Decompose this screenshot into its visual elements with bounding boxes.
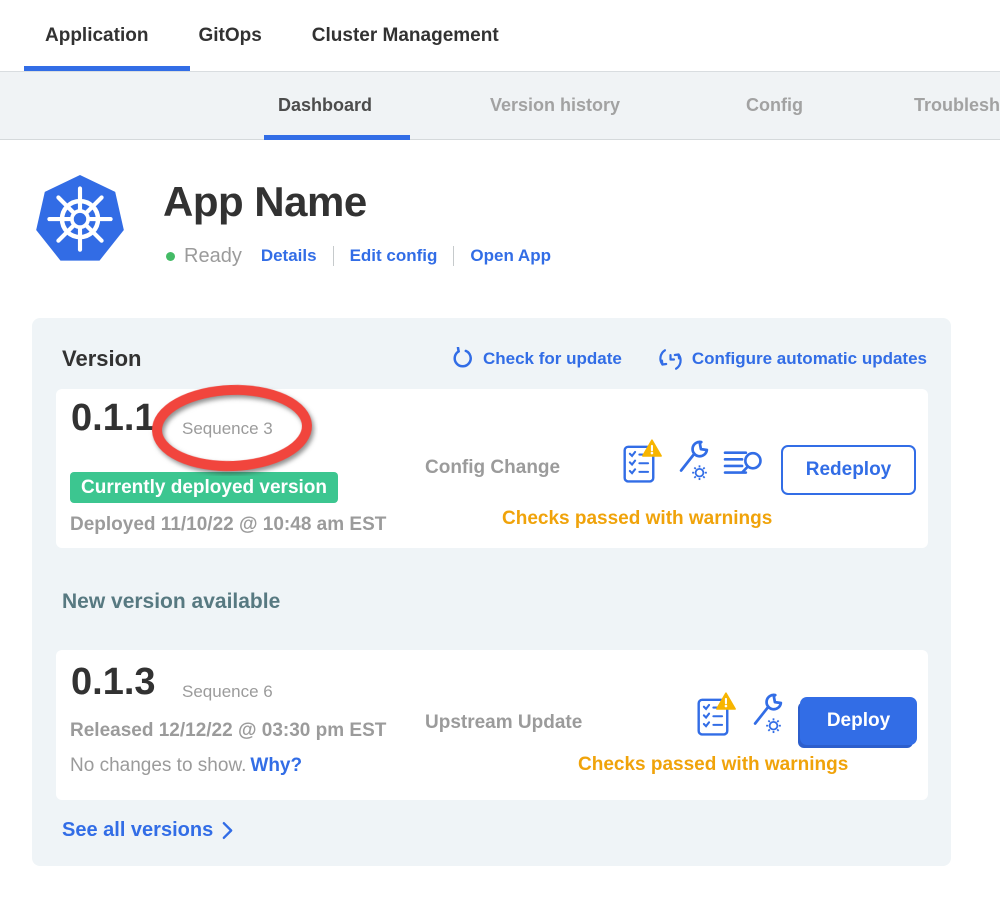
no-changes-label: No changes to show. <box>70 755 246 776</box>
schedule-refresh-icon <box>658 347 683 372</box>
current-version-row: 0.1.1 Sequence 3 Currently deployed vers… <box>56 389 928 548</box>
why-link[interactable]: Why? <box>250 755 302 777</box>
version-card: Version Check for update <box>32 318 951 866</box>
available-version-icons <box>696 692 784 737</box>
wrench-gear-icon[interactable] <box>749 692 784 734</box>
version-source-label: Upstream Update <box>425 712 582 734</box>
available-version-number: 0.1.3 <box>71 661 156 704</box>
new-version-heading: New version available <box>62 590 280 614</box>
version-card-title: Version <box>62 346 141 372</box>
version-source-label: Config Change <box>425 457 560 479</box>
check-for-update-link[interactable]: Check for update <box>450 347 622 371</box>
configure-automatic-updates-link[interactable]: Configure automatic updates <box>658 347 927 372</box>
configure-automatic-updates-label: Configure automatic updates <box>692 349 927 369</box>
redeploy-button[interactable]: Redeploy <box>781 445 916 495</box>
kubernetes-logo <box>35 172 125 268</box>
divider <box>333 246 334 266</box>
deployed-timestamp: Deployed 11/10/22 @ 10:48 am EST <box>70 514 386 536</box>
tab-gitops[interactable]: GitOps <box>198 25 261 47</box>
preflight-checks-icon[interactable] <box>696 692 736 737</box>
available-version-sequence: Sequence 6 <box>182 682 273 702</box>
view-diff-icon[interactable] <box>723 448 763 482</box>
deploy-button[interactable]: Deploy <box>800 697 917 745</box>
see-all-versions-link[interactable]: See all versions <box>62 819 233 842</box>
page-title: App Name <box>163 178 367 226</box>
see-all-versions-label: See all versions <box>62 819 213 842</box>
check-for-update-label: Check for update <box>483 349 622 369</box>
checks-status-text: Checks passed with warnings <box>502 508 772 530</box>
tab-troubleshoot[interactable]: Troubleshoot <box>914 72 1000 139</box>
status-dot <box>166 252 175 261</box>
chevron-right-icon <box>222 821 233 840</box>
status-badge: Ready <box>184 245 242 268</box>
sub-nav: Dashboard Version history Config Trouble… <box>0 71 1000 140</box>
tab-dashboard[interactable]: Dashboard <box>278 72 372 139</box>
preflight-checks-icon[interactable] <box>622 439 662 484</box>
current-version-sequence: Sequence 3 <box>182 419 273 439</box>
active-subtab-underline <box>264 135 410 140</box>
top-nav: Application GitOps Cluster Management <box>0 0 1000 71</box>
details-link[interactable]: Details <box>261 246 317 266</box>
refresh-icon <box>450 347 474 371</box>
app-status-row: Ready Details Edit config Open App <box>166 243 551 269</box>
tab-config[interactable]: Config <box>746 72 803 139</box>
checks-status-text: Checks passed with warnings <box>578 754 848 776</box>
page: Application GitOps Cluster Management Da… <box>0 0 1000 898</box>
version-card-actions: Check for update Configure automatic upd… <box>450 347 927 372</box>
no-changes-text: No changes to show.Why? <box>70 755 302 777</box>
current-version-number: 0.1.1 <box>71 397 156 440</box>
wrench-gear-icon[interactable] <box>675 439 710 481</box>
edit-config-link[interactable]: Edit config <box>350 246 438 266</box>
tab-cluster-management[interactable]: Cluster Management <box>312 25 499 47</box>
version-card-header: Version Check for update <box>62 346 927 372</box>
tab-application[interactable]: Application <box>45 25 148 47</box>
current-version-icons <box>622 439 763 484</box>
currently-deployed-badge: Currently deployed version <box>70 472 338 503</box>
divider <box>453 246 454 266</box>
tab-version-history[interactable]: Version history <box>490 72 620 139</box>
top-tabs: Application GitOps Cluster Management <box>0 0 1000 71</box>
released-timestamp: Released 12/12/22 @ 03:30 pm EST <box>70 720 386 742</box>
open-app-link[interactable]: Open App <box>470 246 551 266</box>
available-version-row: 0.1.3 Sequence 6 Released 12/12/22 @ 03:… <box>56 650 928 800</box>
